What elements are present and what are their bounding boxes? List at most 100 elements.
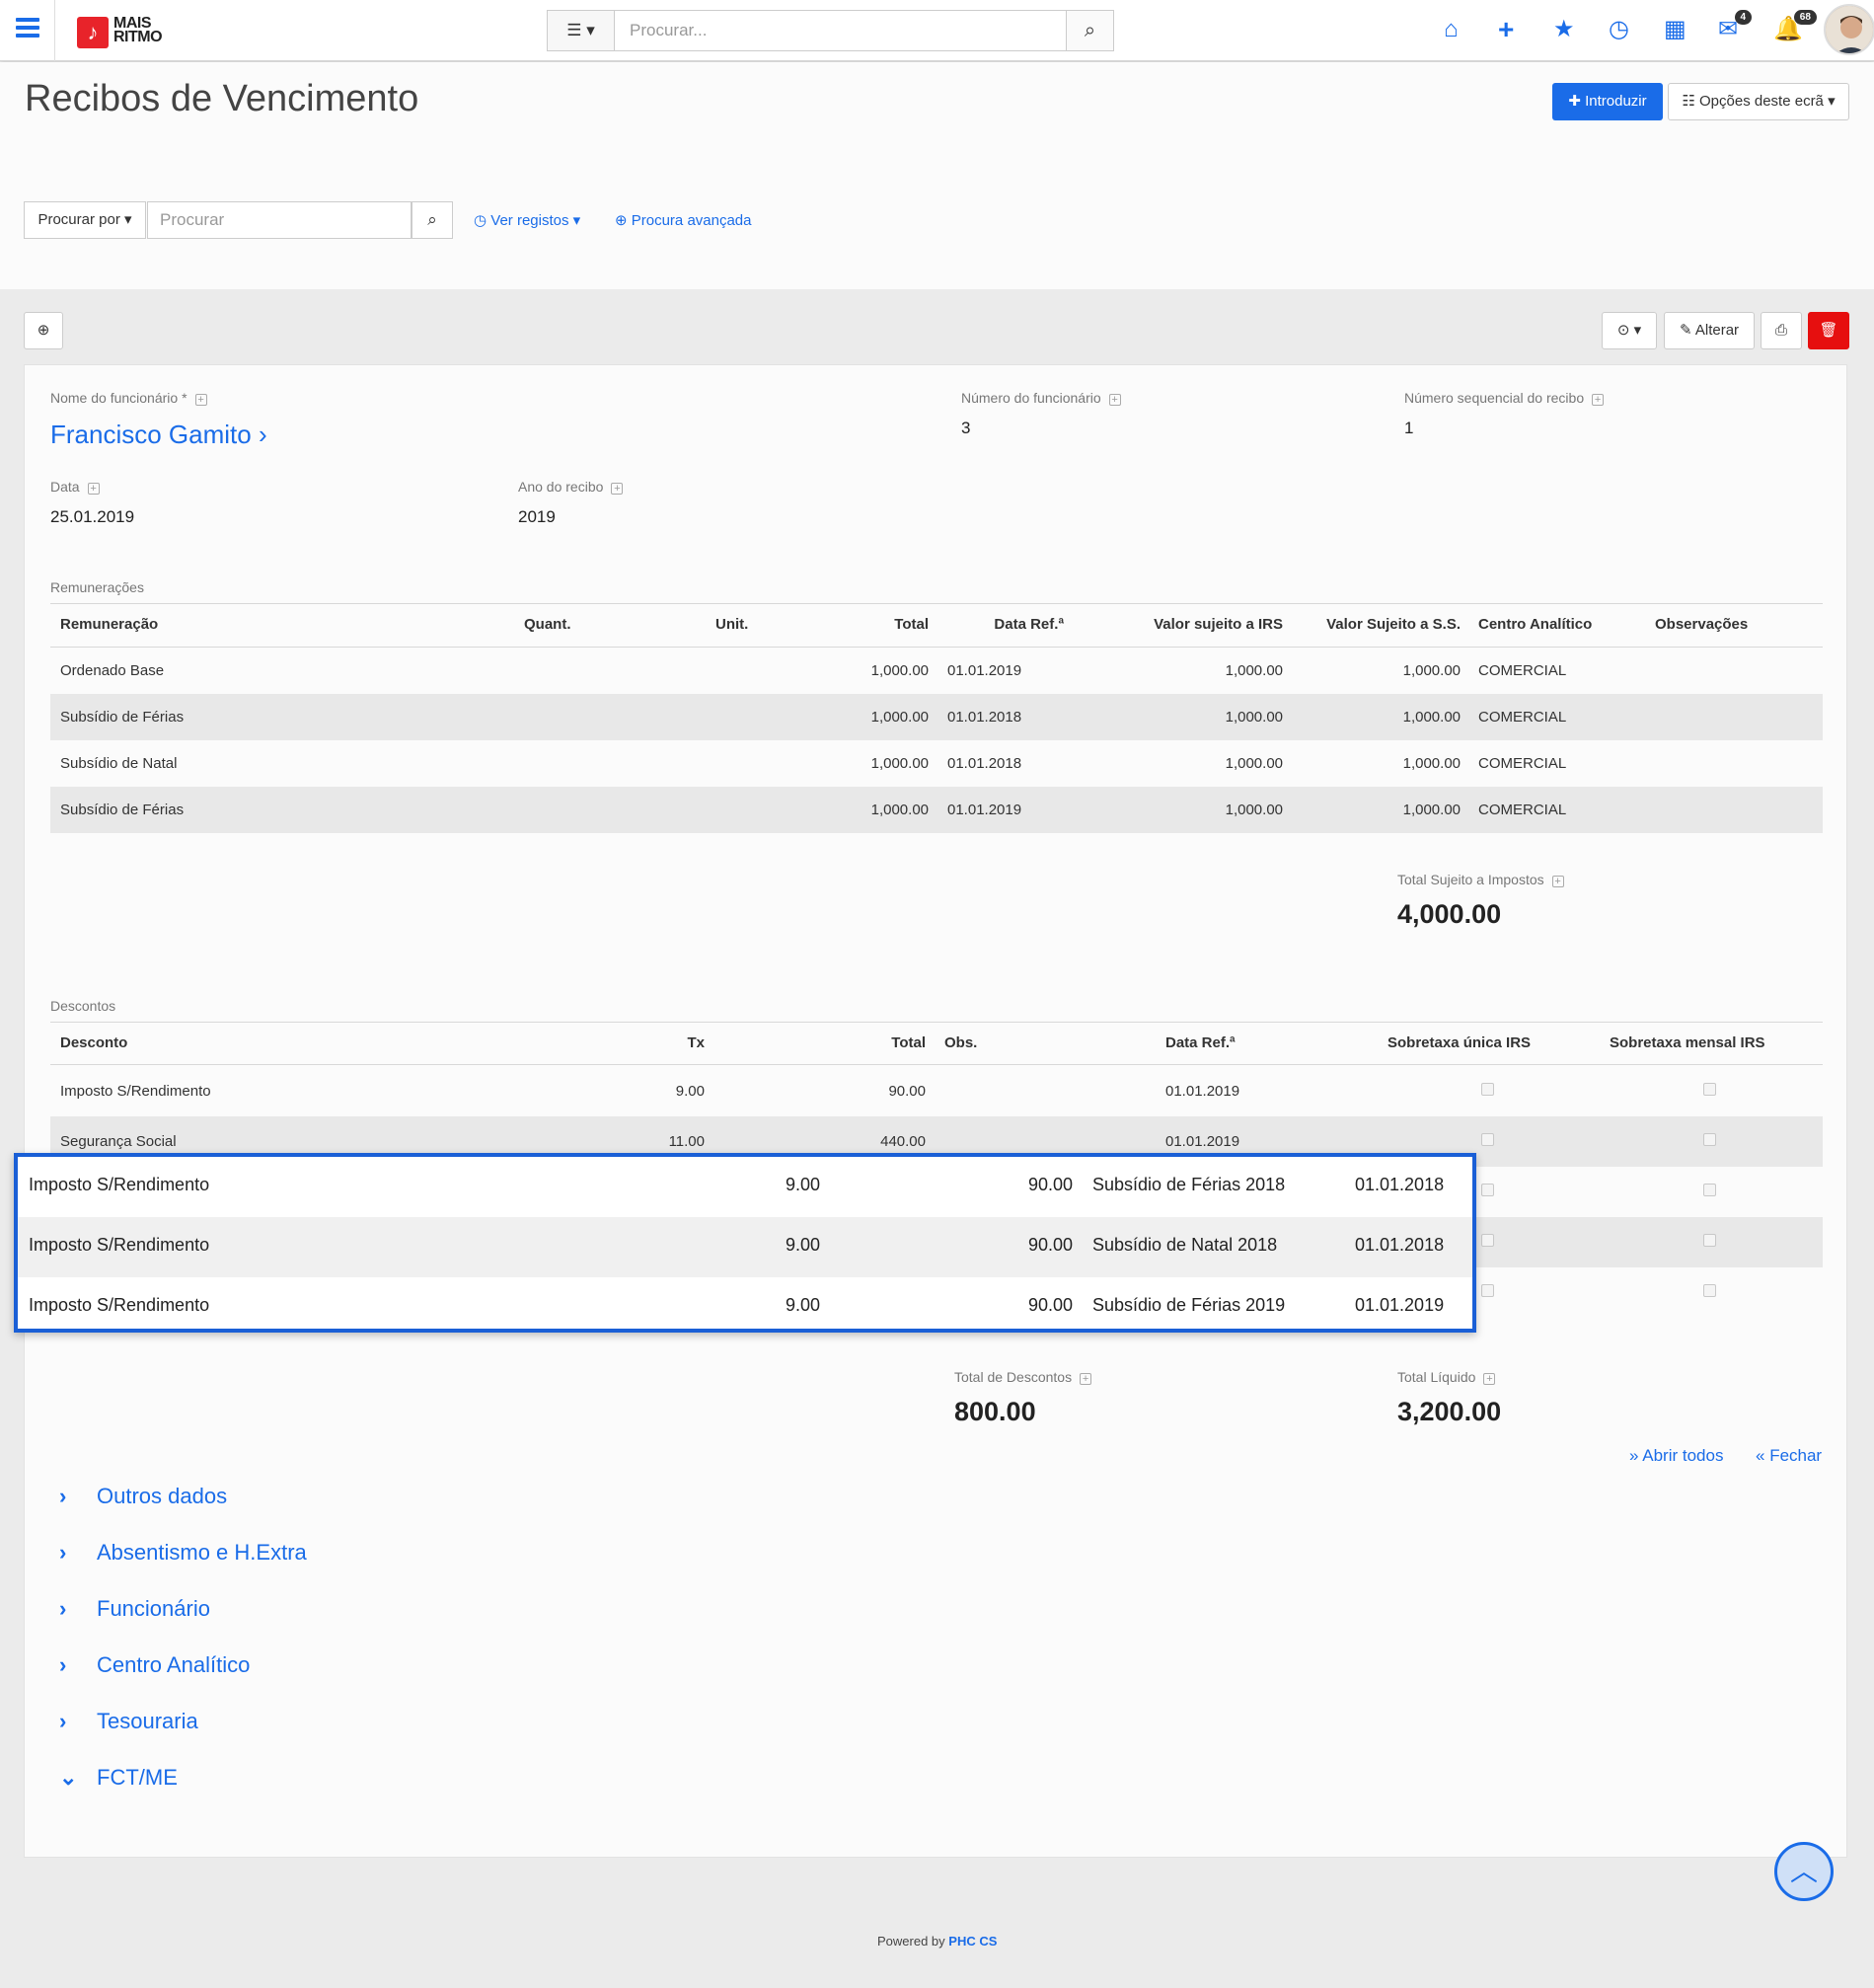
star-icon[interactable]: ★ <box>1553 16 1575 43</box>
menu-icon[interactable] <box>16 18 39 38</box>
checkbox[interactable] <box>1481 1234 1494 1247</box>
chevron-right-icon: › <box>59 1540 67 1565</box>
col-irs: Valor sujeito a IRS <box>1154 616 1283 633</box>
zoom-icon: ⊕ <box>615 212 632 229</box>
chevron-down-icon: » <box>1629 1446 1643 1465</box>
col-tx: Tx <box>687 1034 705 1051</box>
checkbox[interactable] <box>1703 1234 1716 1247</box>
year-label: Ano do recibo + <box>518 479 624 495</box>
col-remuneracao: Remuneração <box>60 616 159 633</box>
col-sobretaxa-mensal: Sobretaxa mensal IRS <box>1610 1034 1765 1051</box>
accordion-outros-dados[interactable]: › Outros dados <box>59 1484 227 1509</box>
screen-options-button[interactable]: ☷ Opções deste ecrã ▾ <box>1668 83 1849 120</box>
logo-icon[interactable]: ♪ <box>77 17 109 48</box>
checkbox[interactable] <box>1481 1184 1494 1196</box>
footer: Powered by PHC CS <box>877 1934 998 1949</box>
logo-text[interactable]: MAIS RITMO <box>113 16 163 45</box>
delete-button[interactable]: 🗑 <box>1808 312 1849 349</box>
introduzir-button[interactable]: ✚ Introduzir <box>1552 83 1663 120</box>
print-button[interactable]: ⎙ <box>1761 312 1802 349</box>
search-scope-dropdown[interactable]: ☰ ▾ <box>548 11 615 50</box>
net-total-value: 3,200.00 <box>1397 1397 1502 1426</box>
search-icon: ⌕ <box>427 210 437 229</box>
table-row[interactable]: Subsídio de Férias 1,000.00 01.01.2019 1… <box>50 787 1823 833</box>
checkbox[interactable] <box>1703 1284 1716 1297</box>
col-unit: Unit. <box>715 616 749 633</box>
clock-icon: ◷ <box>474 212 491 229</box>
total-taxable-label: Total Sujeito a Impostos + <box>1397 872 1564 887</box>
view-records-link[interactable]: ◷ Ver registos ▾ <box>474 211 580 229</box>
alterar-button[interactable]: ✎ Alterar <box>1664 312 1755 349</box>
global-search: ☰ ▾ Procurar... ⌕ <box>547 10 1114 51</box>
table-row[interactable]: Imposto S/Rendimento 9.00 90.00 Subsídio… <box>18 1277 1472 1338</box>
plus-icon[interactable]: + <box>1498 16 1514 43</box>
receipt-seq-value: 1 <box>1404 419 1414 437</box>
bell-icon[interactable]: 🔔 68 <box>1773 10 1817 43</box>
mail-badge: 4 <box>1734 10 1753 25</box>
table-row[interactable]: Imposto S/Rendimento 9.00 90.00 01.01.20… <box>50 1066 1823 1116</box>
search-button[interactable]: ⌕ <box>1066 11 1113 50</box>
advanced-search-link[interactable]: ⊕ Procura avançada <box>615 211 752 229</box>
avatar[interactable] <box>1824 4 1874 55</box>
chevron-right-icon: › <box>59 1484 67 1508</box>
checkbox[interactable] <box>1703 1133 1716 1146</box>
scroll-to-top-button[interactable]: ︿ <box>1774 1842 1834 1901</box>
print-icon: ⎙ <box>1774 322 1787 339</box>
employee-name-label: Nome do funcionário * + <box>50 390 207 406</box>
accordion-tesouraria[interactable]: › Tesouraria <box>59 1709 198 1734</box>
total-discounts-label: Total de Descontos + <box>954 1369 1092 1385</box>
date-label: Data + <box>50 479 100 495</box>
search-icon: ⌕ <box>1084 20 1096 41</box>
expand-all-link[interactable]: » Abrir todos <box>1629 1446 1723 1466</box>
edit-icon: ✎ <box>1679 322 1695 339</box>
mail-icon[interactable]: ✉ 4 <box>1718 10 1753 43</box>
col-total: Total <box>891 1034 926 1051</box>
col-desconto: Desconto <box>60 1034 128 1051</box>
zoom-button[interactable]: ⊕ <box>24 312 63 349</box>
net-total-label: Total Líquido + <box>1397 1369 1496 1385</box>
checkbox[interactable] <box>1481 1284 1494 1297</box>
date-value: 25.01.2019 <box>50 507 135 526</box>
actions-dropdown[interactable]: ⊙ ▾ <box>1602 312 1657 349</box>
page-title: Recibos de Vencimento <box>25 78 419 119</box>
accordion-fct-me[interactable]: ⌄ FCT/ME <box>59 1765 178 1791</box>
search-by-dropdown[interactable]: Procurar por ▾ <box>24 201 146 239</box>
table-row[interactable]: Subsídio de Natal 1,000.00 01.01.2018 1,… <box>50 740 1823 787</box>
table-row[interactable]: Imposto S/Rendimento 9.00 90.00 Subsídio… <box>18 1157 1472 1217</box>
calendar-icon[interactable]: ▦ <box>1664 16 1687 43</box>
clock-icon[interactable]: ◷ <box>1609 16 1629 43</box>
accordion-absentismo[interactable]: › Absentismo e H.Extra <box>59 1540 307 1566</box>
checkbox[interactable] <box>1703 1184 1716 1196</box>
footer-brand-link[interactable]: PHC CS <box>948 1934 997 1949</box>
accordion-centro-analitico[interactable]: › Centro Analítico <box>59 1652 250 1678</box>
table-row[interactable]: Subsídio de Férias 1,000.00 01.01.2018 1… <box>50 694 1823 740</box>
divider <box>54 0 55 61</box>
receipt-seq-label: Número sequencial do recibo + <box>1404 390 1605 406</box>
checkbox[interactable] <box>1703 1083 1716 1096</box>
global-search-input[interactable]: Procurar... <box>615 11 1067 50</box>
col-data-ref: Data Ref.ª <box>994 616 1064 633</box>
accordion-funcionario[interactable]: › Funcionário <box>59 1596 210 1622</box>
chevron-up-icon: ︿ <box>1789 1856 1818 1886</box>
collapse-all-link[interactable]: « Fechar <box>1756 1446 1822 1466</box>
highlighted-rows-callout: Imposto S/Rendimento 9.00 90.00 Subsídio… <box>14 1153 1476 1333</box>
col-total: Total <box>894 616 929 633</box>
col-data-ref: Data Ref.ª <box>1165 1034 1236 1051</box>
employee-number-value: 3 <box>961 419 971 437</box>
record-search-button[interactable]: ⌕ <box>412 201 453 239</box>
divider <box>50 1064 1823 1065</box>
divider <box>50 1022 1823 1023</box>
record-search-input[interactable]: Procurar <box>147 201 412 239</box>
checkbox[interactable] <box>1481 1133 1494 1146</box>
top-bar: ♪ MAIS RITMO ☰ ▾ Procurar... ⌕ ⌂ + ★ ◷ ▦ … <box>0 0 1874 61</box>
employee-name-link[interactable]: Francisco Gamito › <box>50 420 267 450</box>
gear-icon: ⊙ <box>1616 322 1630 339</box>
table-row[interactable]: Imposto S/Rendimento 9.00 90.00 Subsídio… <box>18 1217 1472 1277</box>
notification-badge: 68 <box>1793 10 1817 25</box>
divider <box>50 603 1823 604</box>
page-header: Recibos de Vencimento ✚ Introduzir ☷ Opç… <box>0 62 1874 289</box>
col-centro: Centro Analítico <box>1478 616 1593 633</box>
home-icon[interactable]: ⌂ <box>1444 16 1459 43</box>
checkbox[interactable] <box>1481 1083 1494 1096</box>
table-row[interactable]: Ordenado Base 1,000.00 01.01.2019 1,000.… <box>50 648 1823 694</box>
